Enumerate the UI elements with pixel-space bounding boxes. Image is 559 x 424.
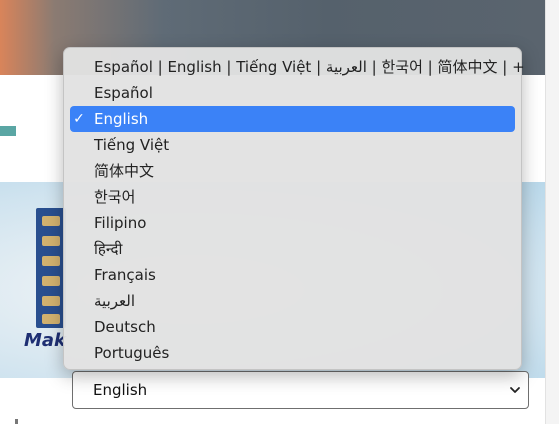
language-dropdown-menu[interactable]: Español | English | Tiếng Việt | العربية… [63,47,525,370]
menu-item-hindi[interactable]: हिन्दी [70,236,515,262]
menu-item-portugues[interactable]: Português [70,340,515,366]
divider-mark [15,419,18,424]
page-scrollbar[interactable] [545,0,559,424]
menu-item-filipino[interactable]: Filipino [70,210,515,236]
language-select-value: English [93,381,148,399]
menu-item-simplified-chinese[interactable]: 简体中文 [70,158,515,184]
chevron-down-icon [510,387,520,393]
menu-item-francais[interactable]: Français [70,262,515,288]
checkmark-icon: ✓ [73,111,85,127]
language-select[interactable]: English [72,371,529,409]
menu-item-arabic[interactable]: العربية [70,288,515,314]
menu-item-all-languages[interactable]: Español | English | Tiếng Việt | العربية… [70,54,525,80]
menu-item-korean[interactable]: 한국어 [70,184,515,210]
accent-bar [0,126,16,136]
menu-item-tieng-viet[interactable]: Tiếng Việt [70,132,515,158]
menu-item-deutsch[interactable]: Deutsch [70,314,515,340]
menu-item-espanol[interactable]: Español [70,80,515,106]
poster-image [36,208,66,328]
menu-item-english[interactable]: ✓ English [70,106,515,132]
banner-logo-text: Mak [24,330,67,351]
page: Mak English Español | English | Tiếng Vi… [0,0,559,424]
